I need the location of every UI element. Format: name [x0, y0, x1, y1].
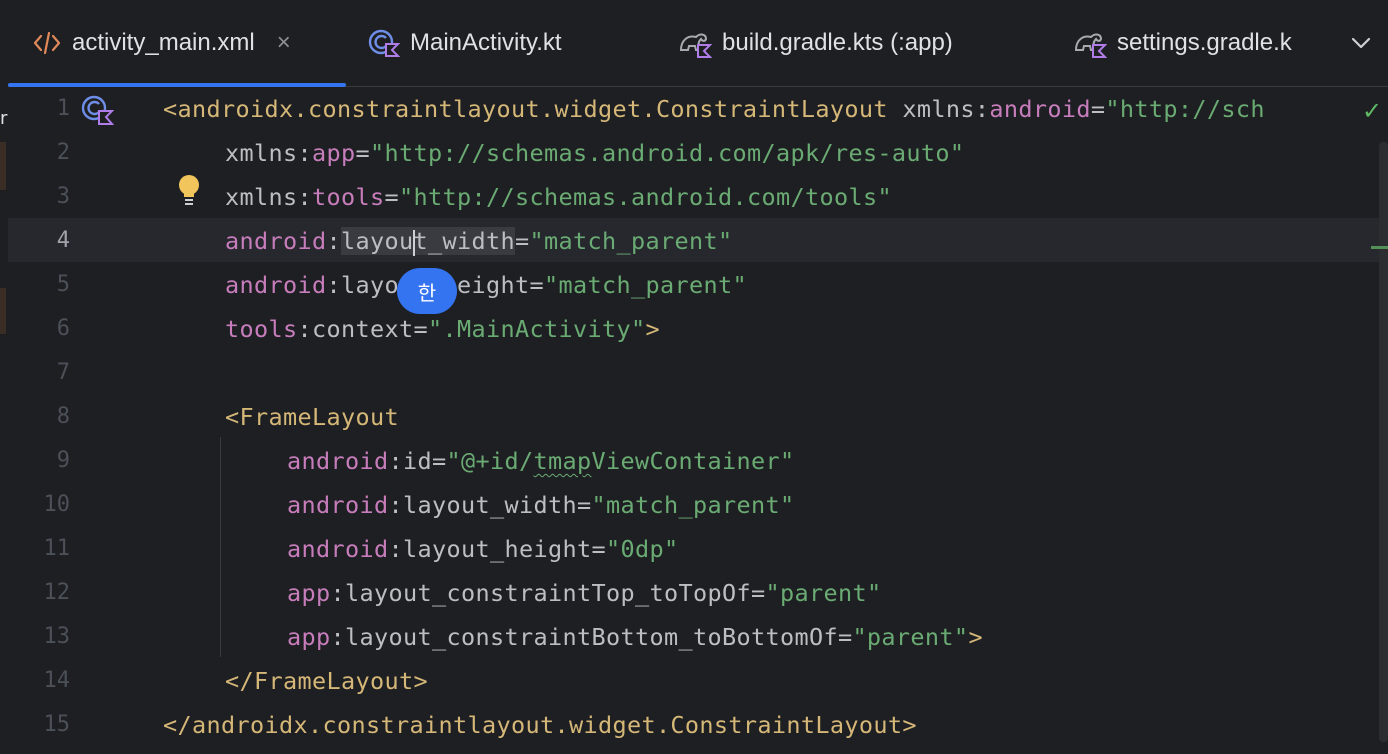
code-line: 15 </androidx.constraintlayout.widget.Co… [8, 703, 1388, 747]
tab-build-gradle-kts[interactable]: build.gradle.kts (:app) [678, 0, 953, 86]
code-line: 5 android:layout_height="match_parent" [8, 263, 1388, 307]
code-line: 8 <FrameLayout [8, 395, 1388, 439]
code-line: 9 android:id="@+id/tmapViewContainer" [8, 439, 1388, 483]
code-line: 1 <androidx.constraintlayout.widget.Cons… [8, 87, 1388, 131]
code-text: <FrameLayout [225, 403, 399, 431]
gradle-kts-icon [1073, 28, 1107, 58]
code-text: android:layout_height="0dp" [287, 535, 679, 563]
tab-label: settings.gradle.k [1117, 29, 1292, 56]
tab-activity-main-xml[interactable]: activity_main.xml × [8, 0, 346, 87]
code-text: </FrameLayout> [225, 667, 428, 695]
tab-label: build.gradle.kts (:app) [722, 29, 953, 56]
left-strip-marker [0, 288, 6, 334]
code-text: xmlns:app="http://schemas.android.com/ap… [225, 139, 965, 167]
line-number: 11 [43, 536, 71, 561]
left-tool-strip: r [0, 0, 8, 754]
code-line: 11 android:layout_height="0dp" [8, 527, 1388, 571]
tab-mainactivity-kt[interactable]: MainActivity.kt [368, 0, 562, 86]
code-line: 10 android:layout_width="match_parent" [8, 483, 1388, 527]
line-number: 7 [56, 360, 70, 385]
line-number: 12 [43, 580, 71, 605]
left-strip-marker [0, 142, 6, 190]
typo-underline: tmap [533, 447, 592, 475]
code-text: tools:context=".MainActivity"> [225, 315, 660, 343]
tab-settings-gradle-kts[interactable]: settings.gradle.k [1073, 0, 1292, 86]
line-number: 1 [56, 96, 70, 121]
code-text: android:layout_height="match_parent" [225, 271, 747, 299]
line-number: 6 [56, 316, 70, 341]
code-text: app:layout_constraintBottom_toBottomOf="… [287, 623, 983, 651]
line-number: 8 [56, 404, 70, 429]
xml-icon [32, 30, 62, 56]
code-text: android:layout_width="match_parent" [287, 491, 795, 519]
code-line: 3 xmlns:tools="http://schemas.android.co… [8, 175, 1388, 219]
chevron-down-icon[interactable] [1348, 30, 1374, 56]
gradle-kts-icon [678, 28, 712, 58]
code-line: 2 xmlns:app="http://schemas.android.com/… [8, 131, 1388, 175]
line-number: 9 [56, 448, 70, 473]
tab-label: activity_main.xml [72, 29, 255, 56]
code-text: app:layout_constraintTop_toTopOf="parent… [287, 579, 882, 607]
code-text: android:layout_width="match_parent" [225, 227, 733, 256]
line-number: 15 [43, 712, 71, 737]
line-number: 13 [43, 624, 71, 649]
line-number: 14 [43, 668, 71, 693]
line-number: 10 [43, 492, 71, 517]
code-text: xmlns:tools="http://schemas.android.com/… [225, 183, 892, 211]
line-number: 5 [56, 272, 70, 297]
line-number: 2 [56, 140, 70, 165]
code-line: 14 </FrameLayout> [8, 659, 1388, 703]
ime-indicator[interactable]: 한 [397, 268, 457, 314]
code-line: 4 android:layout_width="match_parent" [8, 219, 1388, 263]
left-strip-char: r [0, 108, 8, 129]
code-line: 12 app:layout_constraintTop_toTopOf="par… [8, 571, 1388, 615]
code-line: 13 app:layout_constraintBottom_toBottomO… [8, 615, 1388, 659]
code-text: </androidx.constraintlayout.widget.Const… [163, 711, 917, 739]
code-text: android:id="@+id/tmapViewContainer" [287, 447, 795, 475]
code-editor[interactable]: ✓ 1 <androidx.constraintlayout.widget.Co… [8, 87, 1388, 754]
line-number: 3 [56, 184, 70, 209]
editor-tab-bar: activity_main.xml × MainActivity.kt buil… [8, 0, 1388, 87]
kotlin-class-icon [368, 28, 400, 58]
code-line: 6 tools:context=".MainActivity"> [8, 307, 1388, 351]
close-tab-icon[interactable]: × [277, 29, 291, 57]
tab-label: MainActivity.kt [410, 29, 562, 56]
code-line: 7 [8, 351, 1388, 395]
code-text: <androidx.constraintlayout.widget.Constr… [163, 95, 1265, 123]
line-number: 4 [56, 228, 70, 253]
